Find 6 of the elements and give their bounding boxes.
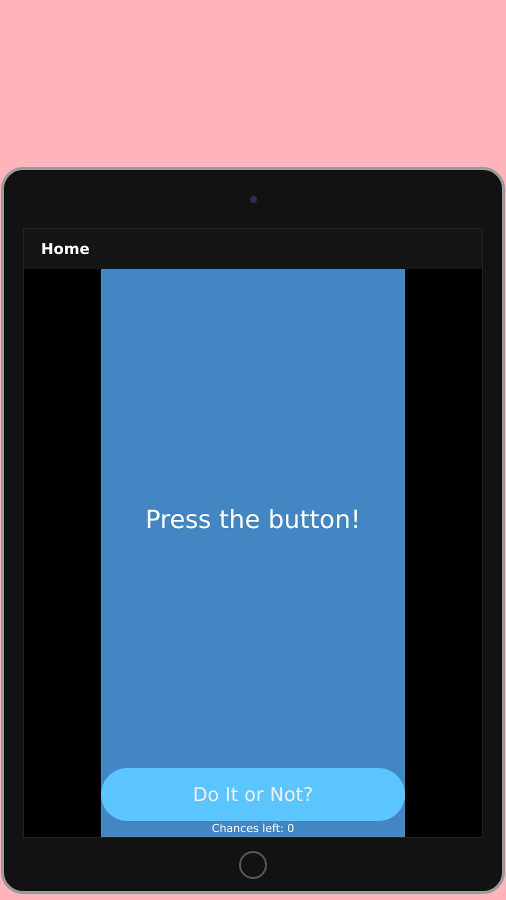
home-button[interactable] bbox=[239, 850, 267, 878]
camera-icon bbox=[250, 196, 256, 203]
chances-text: Chances left: 0 bbox=[212, 822, 294, 835]
app-bar-title: Home bbox=[41, 240, 90, 258]
message-text: Press the button! bbox=[145, 505, 361, 534]
action-button[interactable]: Do It or Not? bbox=[101, 768, 405, 821]
